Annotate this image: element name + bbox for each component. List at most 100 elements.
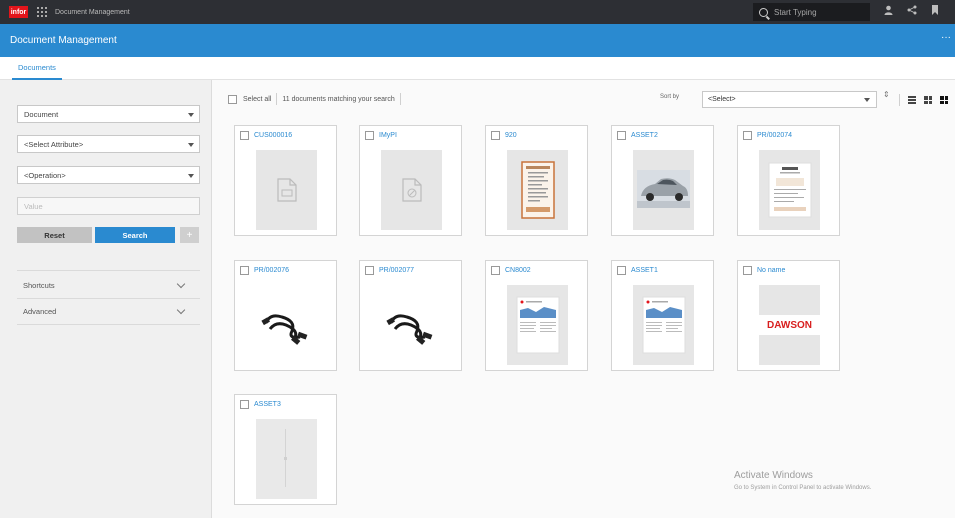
document-thumbnail[interactable]: DAWSON — [759, 285, 820, 365]
document-type-value: Document — [24, 109, 59, 119]
document-thumbnail[interactable] — [633, 150, 694, 230]
document-checkbox[interactable] — [617, 266, 626, 275]
car-photo — [633, 150, 694, 230]
document-name-link[interactable]: ASSET1 — [631, 267, 658, 274]
document-thumbnail[interactable] — [759, 150, 820, 230]
document-card[interactable]: IMyPI — [359, 125, 462, 236]
dawson-logo: DAWSON — [759, 315, 820, 335]
add-criteria-button[interactable]: + — [180, 227, 199, 243]
document-card[interactable]: PR/002074 — [737, 125, 840, 236]
document-thumbnail[interactable] — [507, 150, 568, 230]
chevron-down-icon — [188, 143, 194, 147]
select-all-label[interactable]: Select all — [243, 96, 271, 103]
watermark-title: Activate Windows — [734, 470, 813, 481]
search-sidebar: Document <Select Attribute> <Operation> … — [0, 80, 212, 518]
operation-value: <Operation> — [24, 170, 66, 180]
document-card[interactable]: ASSET3 — [234, 394, 337, 505]
chevron-down-icon — [176, 305, 186, 315]
tab-bar: Documents — [0, 57, 955, 80]
document-checkbox[interactable] — [240, 266, 249, 275]
chevron-down-icon — [864, 98, 870, 102]
document-name-link[interactable]: 920 — [505, 132, 517, 139]
attribute-select[interactable]: <Select Attribute> — [17, 135, 200, 153]
document-card[interactable]: No name DAWSON — [737, 260, 840, 371]
document-thumbnail[interactable] — [256, 285, 317, 365]
document-name-link[interactable]: IMyPI — [379, 132, 397, 139]
document-thumbnail[interactable] — [507, 285, 568, 365]
shortcuts-label: Shortcuts — [23, 280, 55, 290]
top-bar: infor Document Management — [0, 0, 955, 24]
document-thumbnail[interactable] — [633, 285, 694, 365]
document-checkbox[interactable] — [240, 400, 249, 409]
brochure-preview — [516, 296, 559, 354]
document-name-link[interactable]: ASSET3 — [254, 401, 281, 408]
document-checkbox[interactable] — [617, 131, 626, 140]
grid-view-icon[interactable] — [924, 96, 932, 104]
more-options-icon[interactable]: ··· — [941, 32, 951, 43]
file-blocked-icon — [401, 178, 422, 202]
top-icons — [884, 5, 939, 20]
document-thumbnail[interactable] — [381, 285, 442, 365]
document-card[interactable]: PR/002077 — [359, 260, 462, 371]
document-checkbox[interactable] — [743, 131, 752, 140]
chevron-down-icon — [176, 279, 186, 289]
sort-by-select[interactable]: <Select> — [702, 91, 877, 108]
tile-view-icon[interactable] — [940, 96, 948, 104]
document-card[interactable]: 920 — [485, 125, 588, 236]
user-icon[interactable] — [884, 5, 893, 20]
document-name-link[interactable]: No name — [757, 267, 785, 274]
results-toolbar: Select all 11 documents matching your se… — [228, 91, 949, 108]
receipt-preview — [520, 161, 555, 219]
document-card[interactable]: CN8002 — [485, 260, 588, 371]
sort-order-icon[interactable]: ⇕ — [883, 91, 890, 99]
sort-by-label: Sort by — [660, 94, 680, 100]
document-name-link[interactable]: PR/002077 — [379, 267, 414, 274]
divider — [399, 93, 401, 105]
global-search-input[interactable] — [774, 7, 864, 17]
document-name-link[interactable]: CN8002 — [505, 267, 531, 274]
infor-logo[interactable]: infor — [9, 6, 28, 18]
watermark-subtitle: Go to System in Control Panel to activat… — [734, 485, 872, 491]
document-thumbnail[interactable] — [256, 419, 317, 499]
divider — [899, 94, 900, 106]
sort-by-value: <Select> — [708, 96, 736, 103]
document-checkbox[interactable] — [240, 131, 249, 140]
app-launcher-icon[interactable] — [37, 7, 47, 17]
select-all-checkbox[interactable] — [228, 94, 237, 104]
document-thumbnail[interactable] — [381, 150, 442, 230]
global-search[interactable] — [753, 3, 870, 21]
search-icon — [759, 7, 768, 17]
document-type-select[interactable]: Document — [17, 105, 200, 123]
document-name-link[interactable]: CUS000016 — [254, 132, 292, 139]
share-icon[interactable] — [907, 5, 917, 20]
document-checkbox[interactable] — [743, 266, 752, 275]
value-input[interactable] — [17, 197, 200, 215]
document-name-link[interactable]: ASSET2 — [631, 132, 658, 139]
document-card[interactable]: PR/002076 — [234, 260, 337, 371]
documents-panel: Select all 11 documents matching your se… — [212, 80, 955, 518]
document-checkbox[interactable] — [491, 131, 500, 140]
chevron-down-icon — [188, 113, 194, 117]
document-card[interactable]: ASSET2 — [611, 125, 714, 236]
operation-select[interactable]: <Operation> — [17, 166, 200, 184]
document-checkbox[interactable] — [365, 131, 374, 140]
advanced-section[interactable]: Advanced — [17, 299, 200, 323]
list-view-icon[interactable] — [908, 96, 916, 104]
app-name: Document Management — [55, 8, 130, 16]
document-card[interactable]: CUS000016 — [234, 125, 337, 236]
document-card[interactable]: ASSET1 — [611, 260, 714, 371]
tab-documents[interactable]: Documents — [12, 57, 62, 80]
bookmark-icon[interactable] — [931, 5, 939, 20]
document-checkbox[interactable] — [365, 266, 374, 275]
page-title: Document Management — [10, 35, 117, 46]
shortcuts-section[interactable]: Shortcuts — [17, 273, 200, 297]
document-name-link[interactable]: PR/002076 — [254, 267, 289, 274]
document-thumbnail[interactable] — [256, 150, 317, 230]
search-button[interactable]: Search — [95, 227, 175, 243]
blank-preview — [256, 419, 317, 499]
reset-button[interactable]: Reset — [17, 227, 92, 243]
document-name-link[interactable]: PR/002074 — [757, 132, 792, 139]
invoice-preview — [768, 162, 811, 218]
document-checkbox[interactable] — [491, 266, 500, 275]
match-count: 11 documents matching your search — [282, 95, 395, 103]
